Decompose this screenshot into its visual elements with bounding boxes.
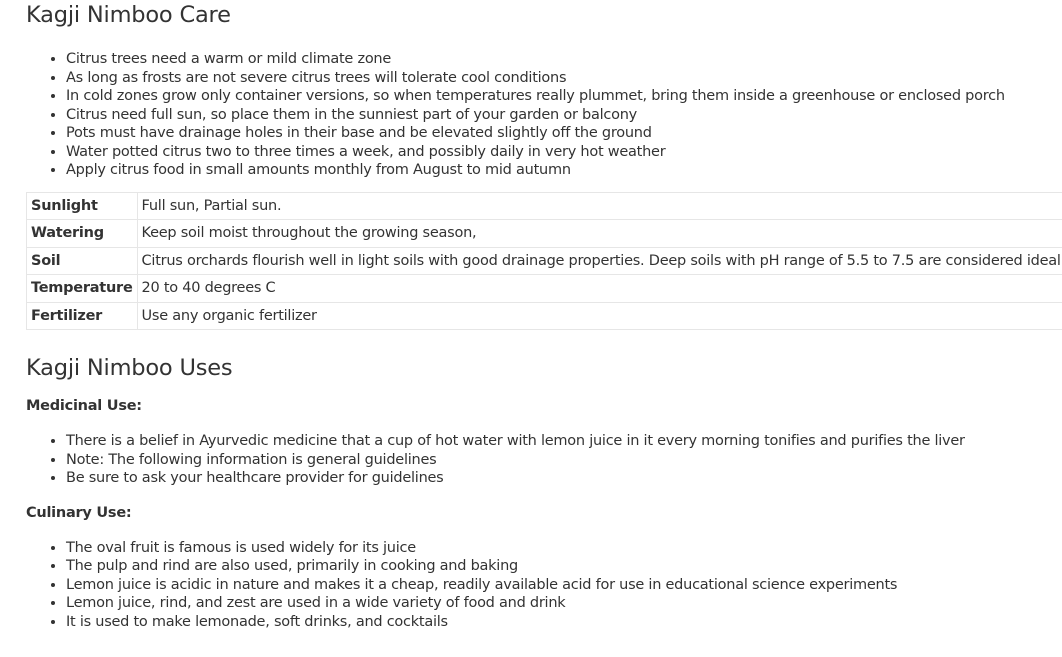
list-item: Pots must have drainage holes in their b… xyxy=(66,124,1036,143)
table-key: Watering xyxy=(26,219,138,248)
table-value: Keep soil moist throughout the growing s… xyxy=(136,219,1062,248)
table-value: Use any organic fertilizer xyxy=(136,301,1062,330)
list-item: Citrus trees need a warm or mild climate… xyxy=(66,50,1036,69)
culinary-heading: Culinary Use: xyxy=(26,504,132,521)
list-item: The pulp and rind are also used, primari… xyxy=(66,557,1036,576)
table-key: Fertilizer xyxy=(26,301,138,330)
table-value: Citrus orchards flourish well in light s… xyxy=(136,246,1062,275)
table-key: Soil xyxy=(26,246,138,275)
table-row: Fertilizer Use any organic fertilizer xyxy=(26,301,1062,330)
list-item: In cold zones grow only container versio… xyxy=(66,87,1036,106)
list-item: Citrus need full sun, so place them in t… xyxy=(66,106,1036,125)
list-item: Water potted citrus two to three times a… xyxy=(66,143,1036,162)
list-item: The oval fruit is famous is used widely … xyxy=(66,539,1036,558)
medicinal-list: There is a belief in Ayurvedic medicine … xyxy=(26,432,1036,488)
list-item: It is used to make lemonade, soft drinks… xyxy=(66,613,1036,632)
article-content: Kagji Nimboo Care Citrus trees need a wa… xyxy=(0,0,1062,631)
list-item: Lemon juice, rind, and zest are used in … xyxy=(66,594,1036,613)
table-value: 20 to 40 degrees C xyxy=(136,274,1062,303)
list-item: Note: The following information is gener… xyxy=(66,451,1036,470)
care-table: Sunlight Full sun, Partial sun. Watering… xyxy=(26,191,1062,331)
table-row: Soil Citrus orchards flourish well in li… xyxy=(26,246,1062,275)
care-section-title: Kagji Nimboo Care xyxy=(26,2,231,28)
care-list: Citrus trees need a warm or mild climate… xyxy=(26,50,1036,180)
culinary-list: The oval fruit is famous is used widely … xyxy=(26,539,1036,632)
table-value: Full sun, Partial sun. xyxy=(136,191,1062,220)
list-item: Apply citrus food in small amounts month… xyxy=(66,161,1036,180)
list-item: Be sure to ask your healthcare provider … xyxy=(66,469,1036,488)
table-row: Watering Keep soil moist throughout the … xyxy=(26,219,1062,248)
list-item: As long as frosts are not severe citrus … xyxy=(66,69,1036,88)
table-row: Sunlight Full sun, Partial sun. xyxy=(26,191,1062,220)
table-key: Sunlight xyxy=(26,191,138,220)
uses-section-title: Kagji Nimboo Uses xyxy=(26,355,233,381)
table-key: Temperature xyxy=(26,274,138,303)
list-item: Lemon juice is acidic in nature and make… xyxy=(66,576,1036,595)
table-row: Temperature 20 to 40 degrees C xyxy=(26,274,1062,303)
list-item: There is a belief in Ayurvedic medicine … xyxy=(66,432,1036,451)
medicinal-heading: Medicinal Use: xyxy=(26,398,142,414)
